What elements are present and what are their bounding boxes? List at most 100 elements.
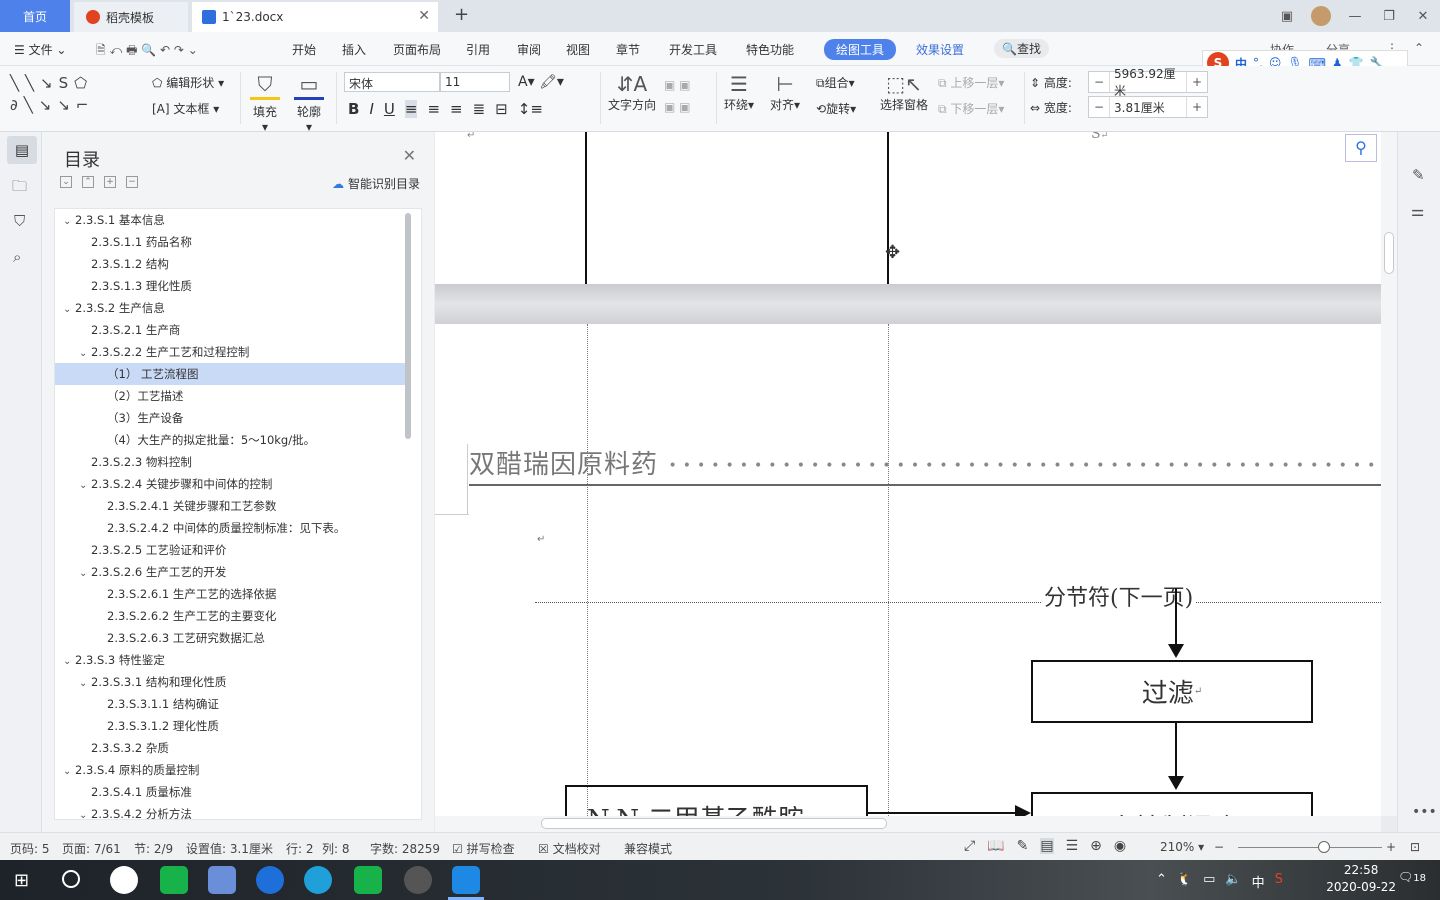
toc-close-icon[interactable]: ✕	[403, 146, 416, 165]
distribute-icon[interactable]: ⊟	[495, 100, 508, 118]
clock[interactable]: 22:58 2020-09-22	[1326, 862, 1396, 896]
status-words[interactable]: 字数: 28259	[370, 840, 440, 857]
expand-all-icon[interactable]: ⌄	[60, 176, 72, 188]
width-value[interactable]: 3.81厘米	[1109, 97, 1187, 117]
toc-item[interactable]: ⌄ 2.3.S.4 原料的质量控制	[55, 759, 405, 781]
toc-item[interactable]: ⌄ 2.3.S.3.1 结构和理化性质	[55, 671, 405, 693]
toc-item[interactable]: ⌄ 2.3.S.4.2 分析方法	[55, 803, 405, 819]
status-section[interactable]: 节: 2/9	[134, 840, 173, 857]
height-increase[interactable]: +	[1187, 75, 1207, 89]
zoom-select[interactable]: 210% ▾	[1160, 840, 1204, 854]
outline-button[interactable]: ▭ 轮廓▾	[294, 72, 324, 134]
collapse-all-icon[interactable]: ⌃	[82, 176, 94, 188]
format-buttons[interactable]: BIU ≡ ≡ ≡ ≣ ⊟ ↕≡	[348, 100, 543, 118]
align-center-icon[interactable]: ≡	[427, 100, 440, 118]
menu-layout[interactable]: 页面布局	[393, 41, 441, 58]
vertical-scroll-thumb[interactable]	[1384, 232, 1394, 274]
kugou-icon[interactable]	[256, 866, 284, 894]
chevron-down-icon[interactable]: ⌄	[79, 805, 91, 819]
chevron-down-icon[interactable]: ⌄	[63, 651, 75, 673]
menu-drawing-tools[interactable]: 绘图工具	[824, 39, 897, 60]
edge-icon[interactable]	[304, 866, 332, 894]
fill-button[interactable]: ⛉ 填充▾	[250, 72, 280, 134]
system-tray[interactable]: ⌃ 🐧 ▭ 🔈 中 S	[1156, 872, 1283, 891]
menu-effects[interactable]: 效果设置	[916, 41, 964, 58]
status-row[interactable]: 行: 2	[286, 840, 314, 857]
obs-icon[interactable]	[404, 866, 432, 894]
restore-icon[interactable]: ❐	[1372, 9, 1406, 24]
fit-page-icon[interactable]: ⊡	[1410, 840, 1420, 854]
flow-box-filter[interactable]: 过滤 ↵	[1031, 660, 1313, 723]
chevron-down-icon[interactable]: ⌄	[63, 761, 75, 783]
toc-item[interactable]: 2.3.S.4.1 质量标准	[55, 781, 405, 803]
toc-item[interactable]: ⌄ 2.3.S.2.6 生产工艺的开发	[55, 561, 405, 583]
view-mode-icons[interactable]: ⤢ 📖 ✎ ▤ ☰ ⊕ ◉	[964, 838, 1126, 854]
wps-writer-icon[interactable]	[452, 866, 480, 894]
toc-item[interactable]: ⌄ 2.3.S.1 基本信息	[55, 209, 405, 231]
toc-item[interactable]: 2.3.S.3.2 杂质	[55, 737, 405, 759]
menu-file[interactable]: ☰ 文件 ⌄	[14, 41, 66, 58]
width-increase[interactable]: +	[1187, 100, 1207, 114]
status-page[interactable]: 页面: 7/61	[62, 840, 121, 857]
text-box-button[interactable]: [A] 文本框 ▾	[152, 100, 219, 117]
arrow-1[interactable]	[1175, 588, 1177, 650]
horizontal-scroll-thumb[interactable]	[541, 818, 887, 829]
wrap-button[interactable]: ☰ 环绕▾	[724, 72, 754, 113]
toc-item[interactable]: 2.3.S.1.2 结构	[55, 253, 405, 275]
menu-references[interactable]: 引用	[466, 41, 490, 58]
avatar[interactable]	[1304, 6, 1338, 26]
font-size-select[interactable]: 11	[440, 72, 510, 92]
line-spacing-icon[interactable]: ↕≡	[518, 100, 543, 118]
zoom-slider[interactable]	[1238, 847, 1382, 848]
toc-item[interactable]: 2.3.S.1.1 药品名称	[55, 231, 405, 253]
height-value[interactable]: 5963.92厘米	[1109, 67, 1187, 98]
toc-item[interactable]: 2.3.S.2.6.3 工艺研究数据汇总	[55, 627, 405, 649]
toc-item[interactable]: （1） 工艺流程图	[55, 363, 405, 385]
arrow-2[interactable]	[1175, 723, 1177, 779]
vertical-scrollbar[interactable]	[1381, 132, 1397, 816]
toc-item[interactable]: （3）生产设备	[55, 407, 405, 429]
proofread-button[interactable]: ☒ 文档校对	[538, 840, 601, 857]
horizontal-scrollbar[interactable]	[435, 816, 1381, 832]
font-color-button[interactable]: A▾ 🖍▾	[518, 74, 564, 90]
tab-document[interactable]: 1`23.docx ✕	[192, 2, 438, 32]
toc-item[interactable]: 2.3.S.2.4.2 中间体的质量控制标准：见下表。	[55, 517, 405, 539]
iqiyi-icon[interactable]	[160, 866, 188, 894]
menu-review[interactable]: 审阅	[517, 41, 541, 58]
find-icon[interactable]: ⌕	[13, 248, 21, 266]
flow-box-dmac[interactable]: N,N-二甲基乙酰胺	[565, 785, 868, 816]
chevron-down-icon[interactable]: ⌄	[79, 343, 91, 365]
group-button[interactable]: ⧉组合▾	[816, 74, 855, 91]
edit-shape-button[interactable]: ⬠ 编辑形状 ▾	[152, 74, 224, 91]
minimize-icon[interactable]: —	[1338, 9, 1372, 24]
bold-button[interactable]: B	[348, 100, 359, 118]
menu-home[interactable]: 开始	[292, 41, 316, 58]
underline-button[interactable]: U	[384, 100, 395, 118]
chevron-down-icon[interactable]: ⌄	[79, 475, 91, 497]
quick-access-icons[interactable]: 🗎 ⤺ 🖶 🔍 ↶ ↷ ⌄	[96, 41, 198, 62]
toc-item[interactable]: ⌄ 2.3.S.2.2 生产工艺和过程控制	[55, 341, 405, 363]
zoom-in-button[interactable]: +	[1386, 840, 1396, 854]
app-icon[interactable]	[208, 866, 236, 894]
justify-icon[interactable]: ≣	[473, 100, 486, 118]
cortana-icon[interactable]	[62, 870, 80, 888]
search-button[interactable]: 🔍查找	[994, 39, 1049, 58]
tab-close-icon[interactable]: ✕	[418, 8, 430, 24]
arrow-3[interactable]	[868, 812, 1028, 814]
new-tab-button[interactable]: +	[454, 4, 469, 25]
align-right-icon[interactable]: ≡	[450, 100, 463, 118]
settings-sliders-icon[interactable]: ⚌	[1411, 202, 1424, 220]
chevron-down-icon[interactable]: ⌄	[79, 673, 91, 695]
italic-button[interactable]: I	[369, 100, 373, 118]
status-col[interactable]: 列: 8	[322, 840, 350, 857]
toc-panel-icon[interactable]: ▤	[7, 136, 37, 164]
document-canvas[interactable]: ↵ S↵ ✥ 双醋瑞因原料药 •••••••••••••••••••••••••…	[435, 132, 1381, 816]
bookmark-icon[interactable]: ⛉	[14, 212, 25, 230]
toc-item[interactable]: 2.3.S.2.6.1 生产工艺的选择依据	[55, 583, 405, 605]
menu-features[interactable]: 特色功能	[746, 41, 794, 58]
font-family-select[interactable]: 宋体	[344, 72, 440, 92]
zoom-slider-knob[interactable]	[1318, 841, 1330, 853]
toc-item[interactable]: 2.3.S.1.3 理化性质	[55, 275, 405, 297]
align-button[interactable]: ⊢ 对齐▾	[770, 72, 800, 113]
flow-box-refine[interactable]: 二次精制混合	[1031, 792, 1313, 816]
